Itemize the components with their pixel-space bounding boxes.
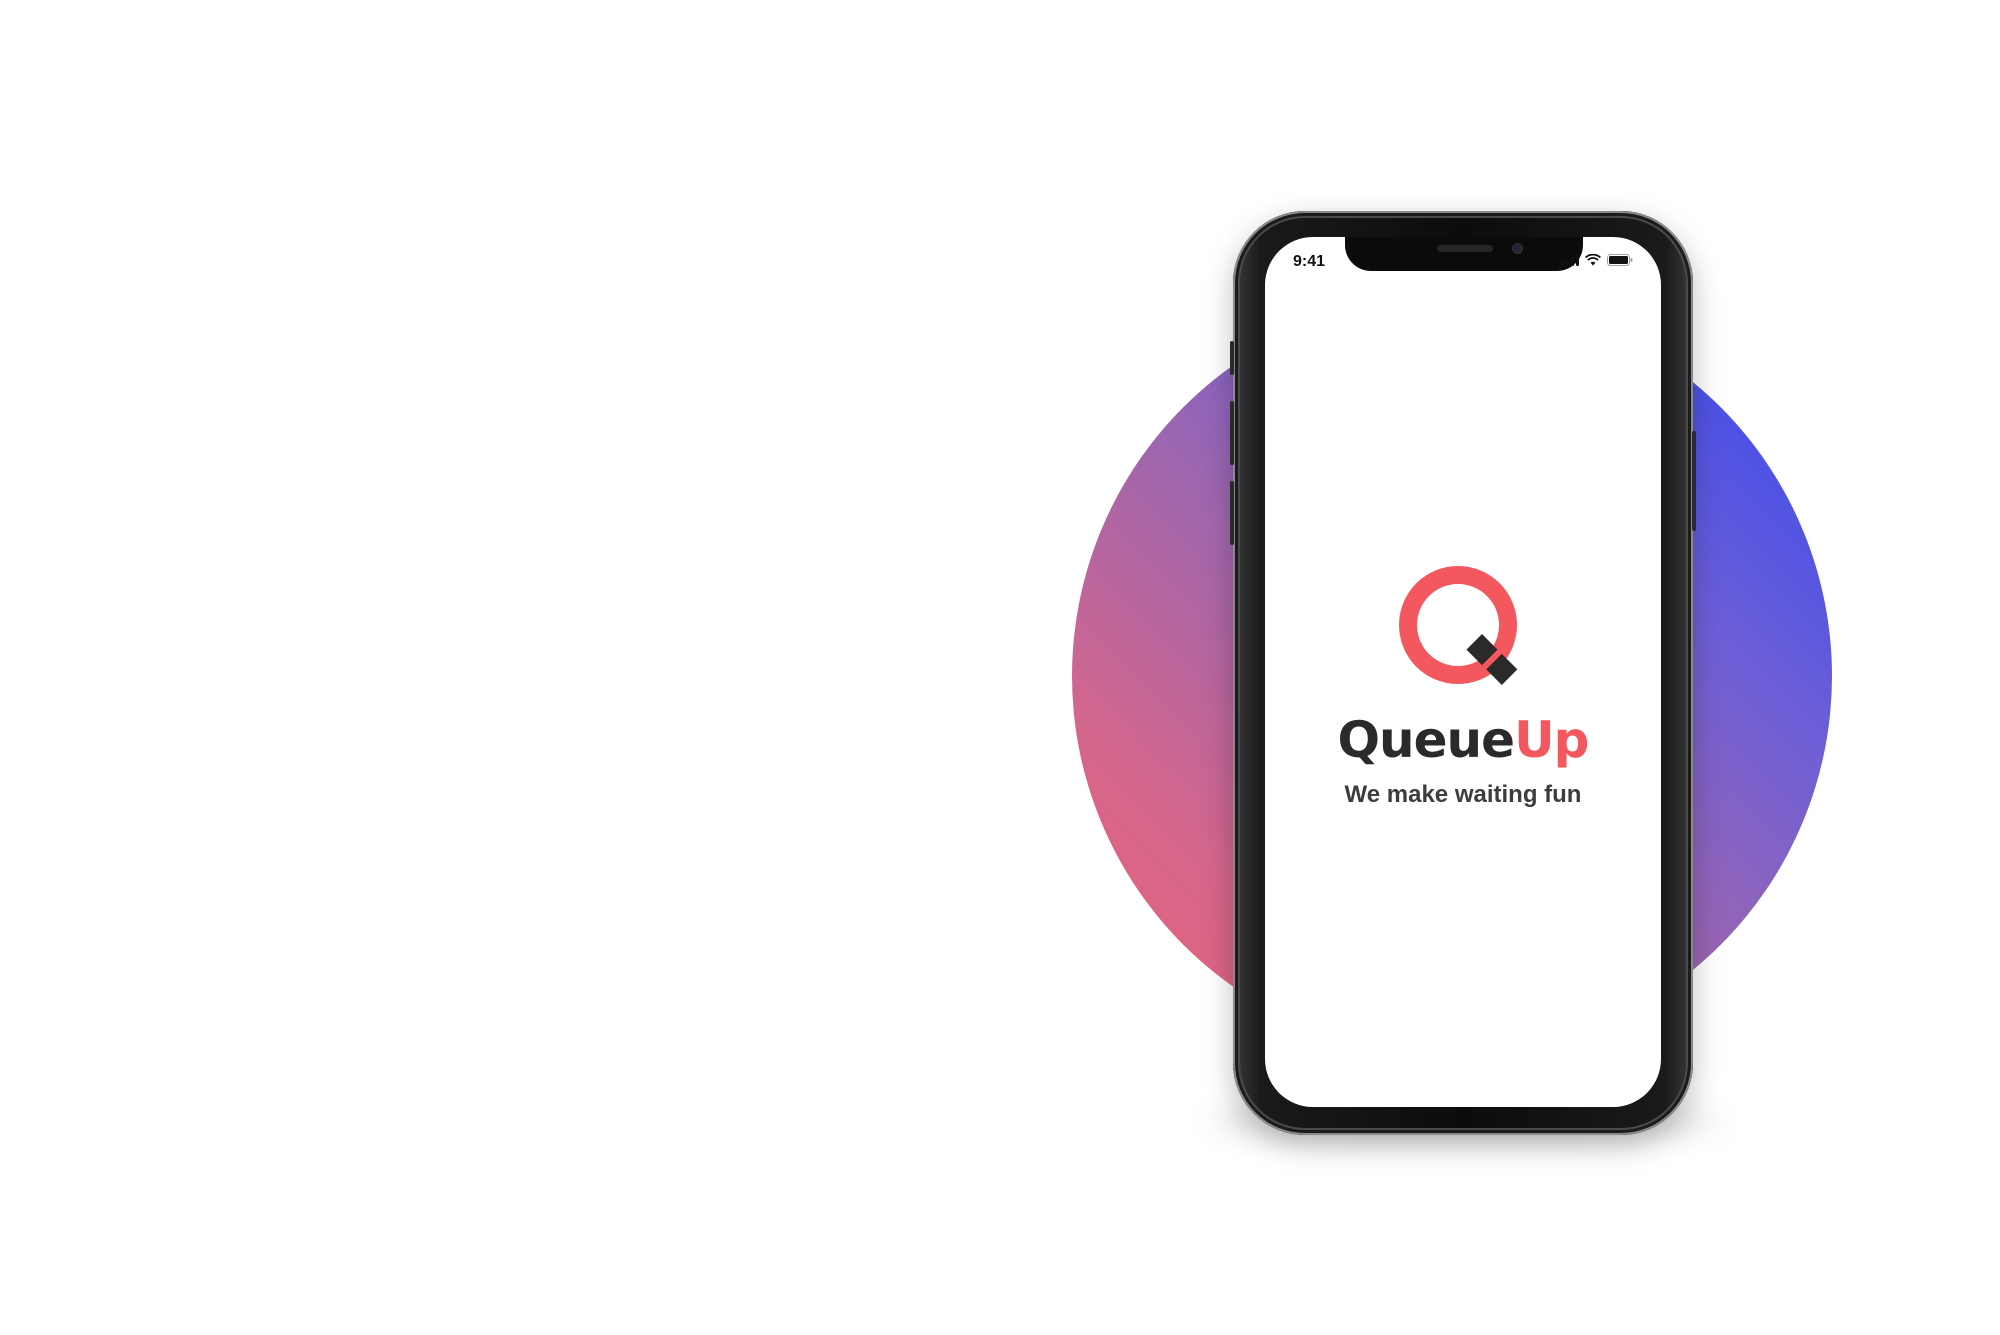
wifi-icon xyxy=(1585,254,1601,266)
phone-device-frame: 9:41 QueueUp We make waiting fun xyxy=(1230,211,1696,1135)
phone-screen: 9:41 QueueUp We make waiting fun xyxy=(1265,237,1661,1107)
brand-wordmark-accent: Up xyxy=(1514,711,1589,769)
earpiece-speaker xyxy=(1437,245,1493,252)
mute-switch xyxy=(1230,341,1234,375)
front-camera xyxy=(1512,243,1523,254)
power-button xyxy=(1692,431,1696,531)
battery-icon xyxy=(1607,254,1633,266)
status-bar-time: 9:41 xyxy=(1293,253,1326,270)
brand-wordmark: QueueUp xyxy=(1265,715,1661,765)
brand-wordmark-primary: Queue xyxy=(1337,711,1516,769)
tagline: We make waiting fun xyxy=(1344,781,1582,808)
status-bar-icons xyxy=(1561,254,1633,266)
cellular-signal-icon xyxy=(1561,254,1579,266)
promo-canvas: 9:41 QueueUp We make waiting fun xyxy=(0,0,2000,1335)
splash-logo-block: QueueUp We make waiting fun xyxy=(1265,559,1661,809)
volume-down-button xyxy=(1230,481,1234,545)
queueup-q-logo-icon xyxy=(1399,566,1518,685)
notch xyxy=(1345,237,1583,271)
volume-up-button xyxy=(1230,401,1234,465)
